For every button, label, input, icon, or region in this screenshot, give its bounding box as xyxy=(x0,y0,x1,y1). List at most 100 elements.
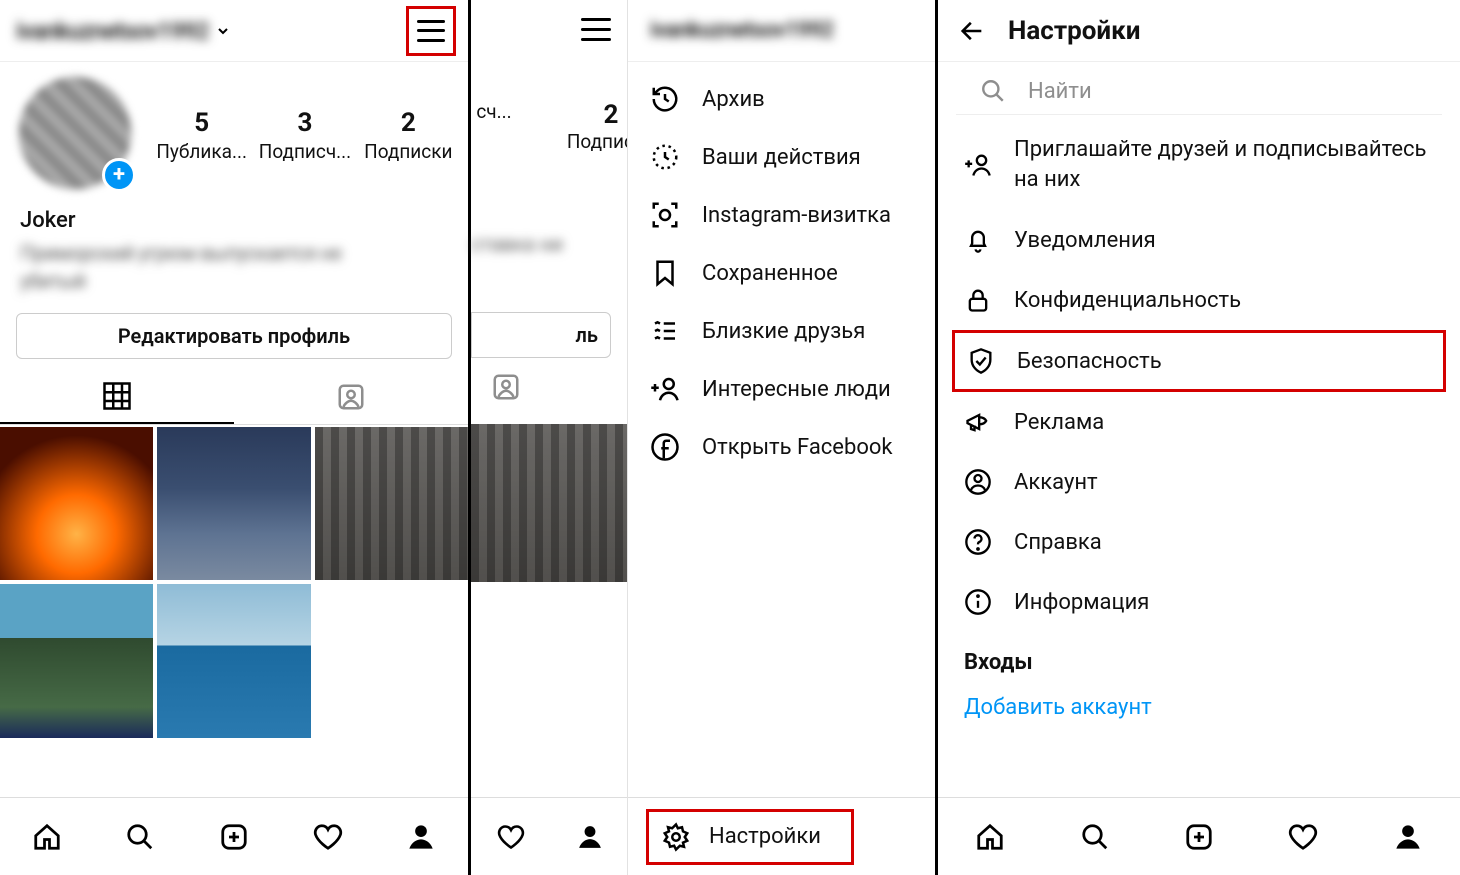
add-story-badge[interactable]: + xyxy=(102,158,136,192)
username-dropdown[interactable]: ivankuznetsov1992 xyxy=(16,17,231,45)
bio-line: Приморский угрюм выпускается не xyxy=(20,239,448,267)
drawer-screen: сч... 2 Подписки ставка ни ль ivankuznet… xyxy=(468,0,935,875)
profile-icon xyxy=(577,824,603,850)
display-name: Joker xyxy=(20,208,448,233)
avatar-wrap: + xyxy=(18,76,136,194)
settings-account[interactable]: Аккаунт xyxy=(938,452,1460,512)
tab-tagged[interactable] xyxy=(234,369,468,424)
close-friends-icon xyxy=(650,316,680,346)
settings-title: Настройки xyxy=(1008,16,1140,46)
profile-bio: Joker Приморский угрюм выпускается не уб… xyxy=(0,200,468,307)
settings-invite[interactable]: Приглашайте друзей и подписывайтесь на н… xyxy=(938,119,1460,210)
menu-drawer: ivankuznetsov1992 Архив Ваши действия In… xyxy=(627,0,935,875)
bottom-nav-partial xyxy=(471,797,629,875)
bottom-nav xyxy=(0,797,468,875)
account-icon xyxy=(964,468,992,496)
add-account-link[interactable]: Добавить аккаунт xyxy=(938,681,1460,734)
chevron-down-icon xyxy=(215,23,231,39)
profile-screen: ivankuznetsov1992 + 5 Публика... 3 Подпи… xyxy=(0,0,468,875)
hamburger-menu-button[interactable] xyxy=(417,20,445,42)
menu-nametag[interactable]: Instagram-визитка xyxy=(628,186,935,244)
settings-notifications[interactable]: Уведомления xyxy=(938,210,1460,270)
nav-profile[interactable] xyxy=(1391,820,1425,854)
archive-icon xyxy=(650,84,680,114)
stat-partial: сч... xyxy=(459,100,529,123)
back-arrow-icon[interactable] xyxy=(958,17,986,45)
drawer-footer: Настройки xyxy=(628,797,935,875)
tab-grid[interactable] xyxy=(0,369,234,424)
menu-discover[interactable]: Интересные люди xyxy=(628,360,935,418)
nav-profile[interactable] xyxy=(404,820,438,854)
facebook-icon xyxy=(650,432,680,462)
settings-about[interactable]: Информация xyxy=(938,572,1460,632)
tagged-icon xyxy=(336,382,366,412)
post-thumb[interactable] xyxy=(157,584,310,737)
settings-screen: Настройки Найти Приглашайте друзей и под… xyxy=(935,0,1460,875)
settings-security-highlight[interactable]: Безопасность xyxy=(952,330,1446,392)
profile-icon xyxy=(1394,823,1422,851)
menu-activity[interactable]: Ваши действия xyxy=(628,128,935,186)
search-icon xyxy=(125,822,155,852)
drawer-header: ivankuznetsov1992 xyxy=(628,0,935,62)
hamburger-icon xyxy=(581,18,611,42)
settings-header: Настройки xyxy=(938,0,1460,62)
home-icon xyxy=(975,822,1005,852)
nav-search[interactable] xyxy=(123,820,157,854)
stat-posts[interactable]: 5 Публика... xyxy=(152,108,251,163)
settings-privacy[interactable]: Конфиденциальность xyxy=(938,270,1460,330)
activity-icon xyxy=(650,142,680,172)
edit-profile-partial: ль xyxy=(471,312,611,358)
search-placeholder: Найти xyxy=(1028,79,1092,104)
help-icon xyxy=(964,528,992,556)
profile-tabs xyxy=(0,369,468,425)
search-icon xyxy=(1080,822,1110,852)
stat-followers[interactable]: 3 Подписч... xyxy=(255,108,354,163)
settings-highlight: Настройки xyxy=(646,809,854,865)
gear-icon xyxy=(661,822,691,852)
profile-header: ivankuznetsov1992 xyxy=(0,0,468,62)
settings-label[interactable]: Настройки xyxy=(709,824,821,849)
menu-close-friends[interactable]: Близкие друзья xyxy=(628,302,935,360)
nav-add[interactable] xyxy=(1182,820,1216,854)
settings-search[interactable]: Найти xyxy=(956,62,1442,115)
logins-header: Входы xyxy=(938,632,1460,681)
heart-icon xyxy=(313,822,343,852)
nav-search[interactable] xyxy=(1078,820,1112,854)
heart-icon xyxy=(1288,822,1318,852)
stat-following[interactable]: 2 Подписки xyxy=(359,108,458,163)
heart-icon xyxy=(497,823,525,851)
bio-line: убитый xyxy=(20,267,448,295)
nav-home[interactable] xyxy=(973,820,1007,854)
bottom-nav xyxy=(938,797,1460,875)
bell-icon xyxy=(964,226,992,254)
menu-facebook[interactable]: Открыть Facebook xyxy=(628,418,935,476)
nav-activity[interactable] xyxy=(1286,820,1320,854)
settings-list: Приглашайте друзей и подписывайтесь на н… xyxy=(938,115,1460,734)
nav-add[interactable] xyxy=(217,820,251,854)
hamburger-highlight xyxy=(406,6,456,56)
bio-partial: ставка ни xyxy=(471,232,563,256)
drawer-username: ivankuznetsov1992 xyxy=(650,18,834,43)
grid-icon xyxy=(102,381,132,411)
post-thumb[interactable] xyxy=(0,427,153,580)
post-thumb-partial xyxy=(471,424,629,582)
search-icon xyxy=(980,78,1006,104)
menu-saved[interactable]: Сохраненное xyxy=(628,244,935,302)
edit-profile-button[interactable]: Редактировать профиль xyxy=(16,313,452,359)
profile-stats-row: + 5 Публика... 3 Подписч... 2 Подписки xyxy=(0,62,468,200)
info-icon xyxy=(964,588,992,616)
nav-home[interactable] xyxy=(30,820,64,854)
username-text: ivankuznetsov1992 xyxy=(16,17,209,45)
posts-grid xyxy=(0,427,468,757)
shield-icon xyxy=(967,347,995,375)
post-thumb[interactable] xyxy=(0,584,153,737)
settings-help[interactable]: Справка xyxy=(938,512,1460,572)
invite-icon xyxy=(964,151,992,179)
menu-archive[interactable]: Архив xyxy=(628,70,935,128)
post-thumb[interactable] xyxy=(315,427,468,580)
lock-icon xyxy=(964,286,992,314)
nav-activity[interactable] xyxy=(311,820,345,854)
bookmark-icon xyxy=(650,258,680,288)
settings-ads[interactable]: Реклама xyxy=(938,392,1460,452)
post-thumb[interactable] xyxy=(157,427,310,580)
